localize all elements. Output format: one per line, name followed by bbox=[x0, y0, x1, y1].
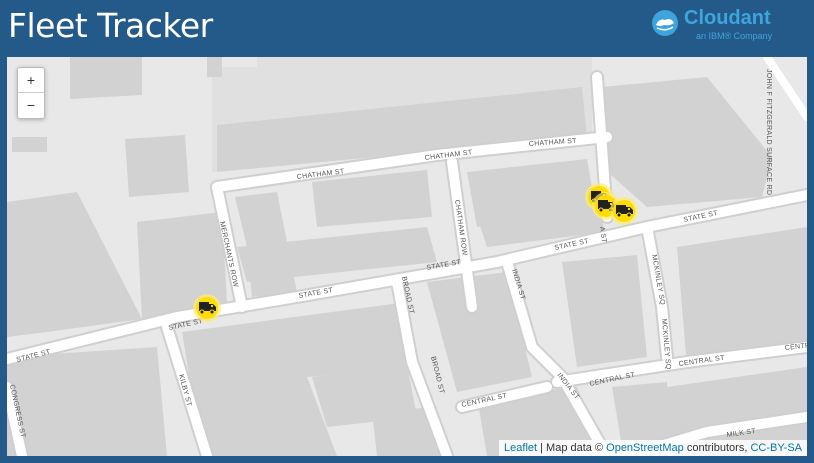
cloudant-logo-icon bbox=[652, 10, 678, 36]
cloudant-logo: Cloudant an IBM® Company bbox=[650, 6, 810, 46]
attribution-separator: contributors, bbox=[683, 442, 751, 454]
truck-marker[interactable] bbox=[609, 196, 639, 226]
page-title: Fleet Tracker bbox=[8, 6, 213, 45]
logo-wordmark: Cloudant bbox=[684, 7, 771, 29]
truck-icon bbox=[610, 197, 638, 225]
license-link[interactable]: CC-BY-SA bbox=[750, 442, 802, 454]
zoom-in-button[interactable]: + bbox=[18, 68, 44, 93]
svg-text:JOHN F FITZGERALD SURFACE RD: JOHN F FITZGERALD SURFACE RD bbox=[765, 69, 772, 195]
map-view[interactable]: JOHN F FITZGERALD SURFACE RD CHATHAM ST … bbox=[7, 57, 807, 456]
map-tiles[interactable]: JOHN F FITZGERALD SURFACE RD CHATHAM ST … bbox=[7, 57, 807, 456]
osm-link[interactable]: OpenStreetMap bbox=[606, 442, 684, 454]
truck-icon bbox=[193, 294, 221, 322]
truck-marker[interactable] bbox=[192, 293, 222, 323]
app-header: Fleet Tracker Cloudant an IBM® Company bbox=[0, 0, 814, 57]
leaflet-link[interactable]: Leaflet bbox=[504, 442, 537, 454]
attribution-separator: | Map data © bbox=[537, 442, 607, 454]
map-attribution: Leaflet | Map data © OpenStreetMap contr… bbox=[499, 440, 807, 456]
zoom-out-button[interactable]: − bbox=[18, 93, 44, 118]
zoom-control: + − bbox=[17, 67, 45, 119]
logo-tagline: an IBM® Company bbox=[696, 31, 773, 41]
